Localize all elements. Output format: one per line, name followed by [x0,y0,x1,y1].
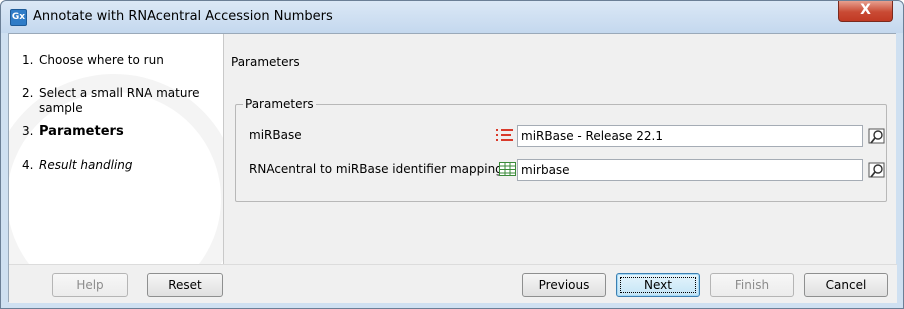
browse-magnifier-icon[interactable] [866,125,888,147]
window-title: Annotate with RNAcentral Accession Numbe… [33,9,333,24]
browse-magnifier-icon[interactable] [866,159,888,181]
dialog-window: Gx Annotate with RNAcentral Accession Nu… [0,0,904,309]
help-button[interactable]: Help [52,273,128,297]
reset-button[interactable]: Reset [147,273,223,297]
dialog-footer: Help Reset Previous Next Finish Cancel [9,264,897,303]
step-result-handling: 4. Result handling [22,158,217,173]
step-parameters: 3. Parameters [22,124,217,139]
step-label: Select a small RNA mature sample [39,86,200,115]
title-bar[interactable]: Gx Annotate with RNAcentral Accession Nu… [1,1,903,33]
close-button[interactable]: X [838,1,893,22]
parameters-panel: Parameters Parameters miRBase miRBase - … [225,34,896,264]
step-select-sample: 2. Select a small RNA mature sample [22,86,212,116]
cancel-button[interactable]: Cancel [804,273,888,297]
next-button[interactable]: Next [616,273,700,297]
param-label-mirbase: miRBase [249,128,302,142]
mirbase-input[interactable]: miRBase - Release 22.1 [517,125,863,147]
step-label: Parameters [39,124,124,139]
dialog-body: 1. Choose where to run 2. Select a small… [8,33,897,303]
parameters-group-box [235,104,887,202]
previous-button[interactable]: Previous [522,273,606,297]
step-label: Choose where to run [39,53,164,67]
panel-heading: Parameters [231,55,300,69]
step-number: 3. [22,124,34,138]
param-label-identifier-mappings: RNAcentral to miRBase identifier mapping… [249,162,510,176]
app-logo-icon: Gx [10,9,27,26]
group-title: Parameters [243,97,316,111]
finish-button[interactable]: Finish [710,273,794,297]
identifier-mappings-input[interactable]: mirbase [517,159,863,181]
table-icon [499,162,516,176]
wizard-steps-panel: 1. Choose where to run 2. Select a small… [9,34,224,264]
step-choose-where-to-run: 1. Choose where to run [22,53,217,68]
step-label: Result handling [39,158,133,172]
step-number: 2. [22,86,34,100]
list-lines-icon [496,129,513,141]
step-number: 1. [22,53,34,67]
step-number: 4. [22,158,34,172]
focus-ring [620,277,696,293]
